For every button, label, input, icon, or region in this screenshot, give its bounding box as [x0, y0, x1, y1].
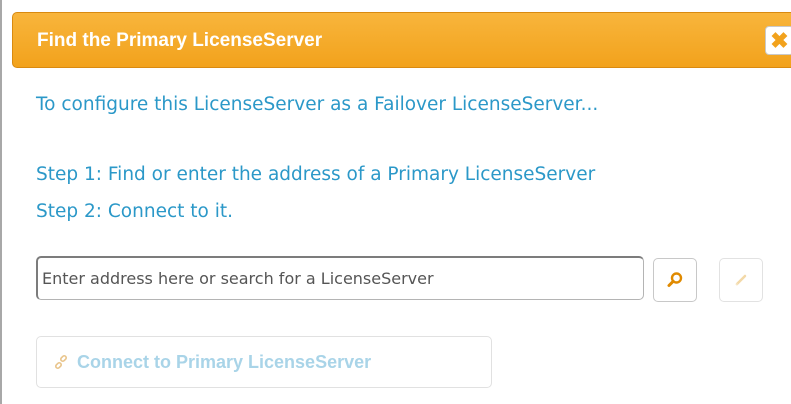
dialog-title: Find the Primary LicenseServer — [37, 30, 323, 51]
address-input[interactable] — [36, 256, 644, 300]
pencil-icon — [735, 274, 747, 286]
find-primary-licenseserver-dialog: Find the Primary LicenseServer ✖ To conf… — [0, 0, 791, 404]
step-1-text: Step 1: Find or enter the address of a P… — [36, 164, 596, 185]
edit-button[interactable] — [719, 258, 763, 302]
close-button[interactable]: ✖ — [765, 26, 791, 55]
dialog-titlebar: Find the Primary LicenseServer ✖ — [12, 12, 791, 68]
intro-text: To configure this LicenseServer as a Fai… — [36, 94, 599, 115]
link-icon — [54, 354, 68, 370]
search-button[interactable] — [653, 258, 697, 302]
connect-to-primary-button[interactable]: Connect to Primary LicenseServer — [36, 336, 492, 388]
close-icon: ✖ — [770, 27, 789, 53]
dialog-border — [0, 0, 2, 404]
step-2-text: Step 2: Connect to it. — [36, 201, 233, 222]
search-icon — [667, 272, 683, 287]
connect-button-label: Connect to Primary LicenseServer — [77, 351, 372, 372]
